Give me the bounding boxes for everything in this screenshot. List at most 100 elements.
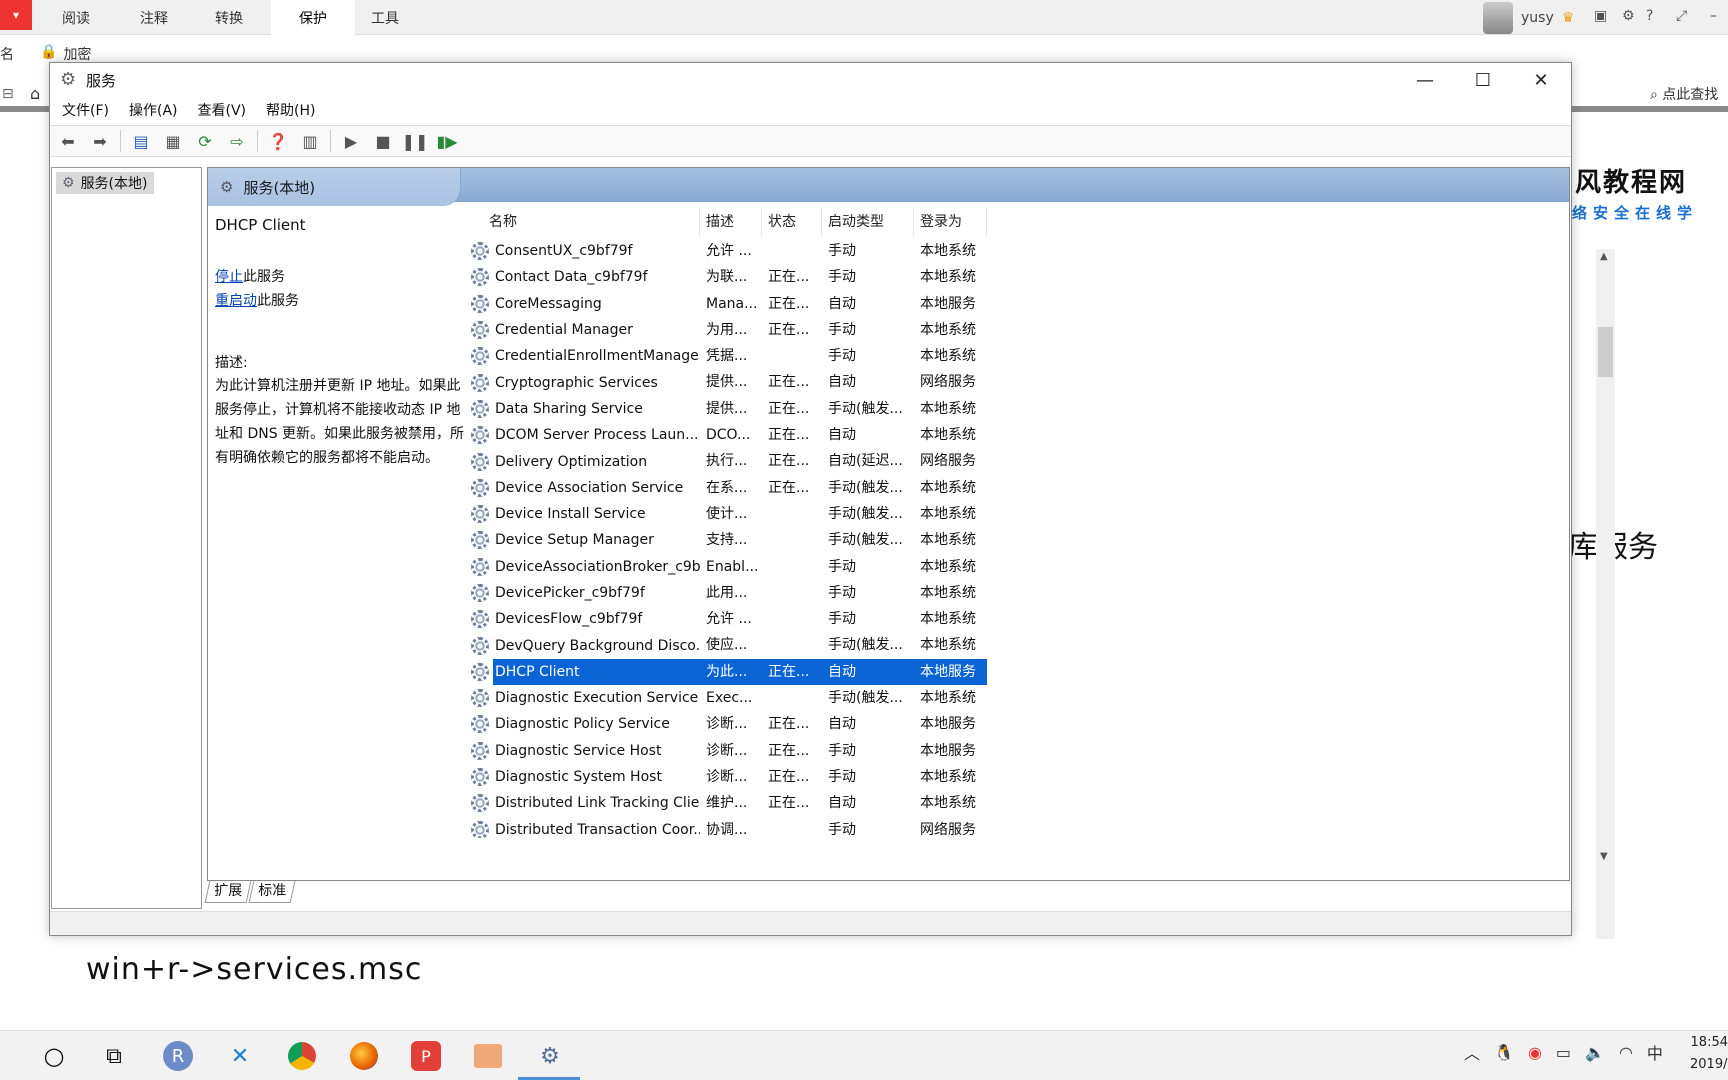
scroll-up-icon[interactable]: ▲	[1600, 251, 1608, 262]
show-pane-icon[interactable]: ▥	[298, 129, 322, 153]
service-gear-icon	[471, 321, 489, 340]
service-row[interactable]: CoreMessaging Mana... 正在... 自动 本地服务	[469, 291, 1569, 317]
service-row[interactable]: Device Install Service 使计... 手动(触发... 本地系统	[469, 501, 1569, 527]
service-row[interactable]: Diagnostic Execution Service Exec... 手动(触发…	[469, 685, 1569, 711]
service-row[interactable]: Distributed Transaction Coor... 协调... 手动 网络…	[469, 817, 1569, 838]
restart-service-icon[interactable]: ▮▶	[435, 129, 459, 153]
clock[interactable]: 18:54 2019/9/	[1690, 1032, 1728, 1076]
properties-icon[interactable]: ▦	[161, 129, 185, 153]
wps-search[interactable]: ⌕ 点此查找	[1650, 84, 1718, 104]
service-name-cell: Distributed Transaction Coor...	[469, 817, 700, 838]
wifi-icon[interactable]: ◠	[1619, 1043, 1633, 1062]
scrollbar-thumb[interactable]	[1598, 327, 1613, 377]
stop-service-icon[interactable]: ■	[371, 129, 395, 153]
service-row[interactable]: Distributed Link Tracking Client 维护... 正在.…	[469, 790, 1569, 816]
fullscreen-icon[interactable]: ⤢	[1676, 8, 1687, 24]
service-row[interactable]: Contact Data_c9bf79f 为联... 正在... 手动 本地系统	[469, 264, 1569, 290]
service-row[interactable]: DevicesFlow_c9bf79f 允许 ... 手动 本地系统	[469, 606, 1569, 632]
tab-extended[interactable]: 扩展	[204, 881, 252, 903]
services-list: 名称 描述 状态 启动类型 登录为 ConsentUX_c9bf79f 允许 ..…	[469, 208, 1569, 838]
export-list-icon[interactable]: ⇨	[225, 129, 249, 153]
menu-action[interactable]: 操作(A)	[129, 100, 178, 120]
column-name[interactable]: 名称	[469, 208, 700, 236]
stop-service-link[interactable]: 停止	[215, 269, 243, 285]
service-name: Diagnostic Execution Service	[495, 690, 699, 707]
help-book-icon[interactable]: ❓	[266, 129, 290, 153]
service-status	[762, 580, 822, 606]
service-row[interactable]: Diagnostic Policy Service 诊断... 正在... 自动 本地服…	[469, 711, 1569, 737]
help-icon[interactable]: ?	[1646, 8, 1653, 24]
column-startup-type[interactable]: 启动类型	[822, 208, 914, 236]
qq-icon[interactable]: 🐧	[1494, 1043, 1514, 1062]
service-row[interactable]: Cryptographic Services 提供... 正在... 自动 网络服务	[469, 369, 1569, 395]
service-row[interactable]: ConsentUX_c9bf79f 允许 ... 手动 本地系统	[469, 238, 1569, 264]
menu-file[interactable]: 文件(F)	[62, 100, 109, 120]
ime-indicator[interactable]: 中	[1647, 1040, 1663, 1064]
service-row[interactable]: Data Sharing Service 提供... 正在... 手动(触发... 本地…	[469, 396, 1569, 422]
tree-item-services-local[interactable]: ⚙ 服务(本地)	[56, 172, 154, 194]
scroll-down-icon[interactable]: ▼	[1600, 851, 1608, 862]
tab-standard[interactable]: 标准	[248, 881, 296, 903]
firefox-icon[interactable]	[342, 1036, 386, 1076]
wps-tab-tools[interactable]: 工具	[343, 0, 427, 35]
pause-service-icon[interactable]: ❚❚	[402, 129, 429, 153]
service-row[interactable]: Diagnostic Service Host 诊断... 正在... 手动 本地服务	[469, 738, 1569, 764]
restart-service-link[interactable]: 重启动	[215, 293, 257, 309]
minimize-button[interactable]: —	[1396, 63, 1454, 97]
panel-icon[interactable]: ⊟	[2, 86, 14, 102]
task-view-icon[interactable]: ⧉	[92, 1036, 136, 1076]
wps-tab-read[interactable]: 阅读	[34, 0, 118, 35]
wps-pdf-icon[interactable]: P	[404, 1036, 448, 1076]
service-row[interactable]: Diagnostic System Host 诊断... 正在... 手动 本地系统	[469, 764, 1569, 790]
wps-tab-annotate[interactable]: 注释	[112, 0, 196, 35]
services-task-icon[interactable]: ⚙	[528, 1036, 572, 1076]
service-row[interactable]: DevQuery Background Disco... 使应... 手动(触发..…	[469, 632, 1569, 658]
vscode-icon[interactable]: ✕	[218, 1036, 262, 1076]
service-status	[762, 527, 822, 553]
refresh-icon[interactable]: ⟳	[193, 129, 217, 153]
encrypt-button[interactable]: 🔒 加密	[40, 44, 91, 64]
service-row[interactable]: Credential Manager 为用... 正在... 手动 本地系统	[469, 317, 1569, 343]
minimize-icon[interactable]: –	[1710, 8, 1717, 24]
service-row[interactable]: DHCP Client 为此... 正在... 自动 本地服务	[469, 658, 1569, 686]
column-logon-as[interactable]: 登录为	[914, 208, 987, 236]
home-icon[interactable]: ⌂	[30, 84, 40, 103]
r-app-icon[interactable]: R	[156, 1036, 200, 1076]
back-arrow-icon[interactable]: ⬅	[56, 129, 80, 153]
column-status[interactable]: 状态	[762, 208, 822, 236]
maximize-button[interactable]: ☐	[1454, 63, 1512, 97]
service-startup-type: 手动	[828, 321, 856, 338]
vertical-scrollbar[interactable]: ▲ ▼	[1596, 249, 1615, 939]
presentation-app-icon[interactable]	[466, 1036, 510, 1076]
record-icon[interactable]: ◉	[1528, 1043, 1542, 1062]
service-row[interactable]: Delivery Optimization 执行... 正在... 自动(延迟... 网…	[469, 448, 1569, 474]
volume-icon[interactable]: 🔈	[1585, 1043, 1605, 1062]
title-bar[interactable]: ⚙ 服务 — ☐ ✕	[50, 63, 1571, 97]
forward-arrow-icon[interactable]: ➡	[88, 129, 112, 153]
service-row[interactable]: DeviceAssociationBroker_c9b... Enabl... 手动…	[469, 554, 1569, 580]
chrome-icon[interactable]	[280, 1036, 324, 1076]
chevron-up-icon[interactable]: ︿	[1464, 1040, 1480, 1064]
service-row[interactable]: Device Setup Manager 支持... 手动(触发... 本地系统	[469, 527, 1569, 553]
service-row[interactable]: CredentialEnrollmentManager... 凭据... 手动 本地系…	[469, 343, 1569, 369]
start-service-icon[interactable]: ▶	[339, 129, 363, 153]
cortana-icon[interactable]: ○	[32, 1036, 76, 1076]
console-tree-icon[interactable]: ▤	[129, 129, 153, 153]
service-gear-icon	[471, 557, 489, 576]
service-status: 正在...	[768, 716, 810, 733]
menu-view[interactable]: 查看(V)	[198, 100, 247, 120]
menu-help[interactable]: 帮助(H)	[266, 100, 315, 120]
services-window: ⚙ 服务 — ☐ ✕ 文件(F) 操作(A) 查看(V) 帮助(H) ⬅ ➡ ▤…	[49, 62, 1615, 939]
service-row[interactable]: Device Association Service 在系... 正在... 手动(触…	[469, 475, 1569, 501]
wps-user-area[interactable]: yusy ♛	[1483, 0, 1574, 35]
wps-name-label: 名	[0, 47, 14, 63]
column-description[interactable]: 描述	[700, 208, 762, 236]
wps-logo-icon[interactable]: ▾	[0, 0, 32, 30]
close-button[interactable]: ✕	[1512, 63, 1570, 97]
service-row[interactable]: DCOM Server Process Laun... DCO... 正在... 自动…	[469, 422, 1569, 448]
gear-icon[interactable]: ⚙	[1622, 8, 1635, 24]
battery-icon[interactable]: ▭	[1556, 1043, 1571, 1062]
wps-tab-convert[interactable]: 转换	[187, 0, 271, 35]
service-row[interactable]: DevicePicker_c9bf79f 此用... 手动 本地系统	[469, 580, 1569, 606]
comment-icon[interactable]: ▣	[1594, 8, 1607, 24]
